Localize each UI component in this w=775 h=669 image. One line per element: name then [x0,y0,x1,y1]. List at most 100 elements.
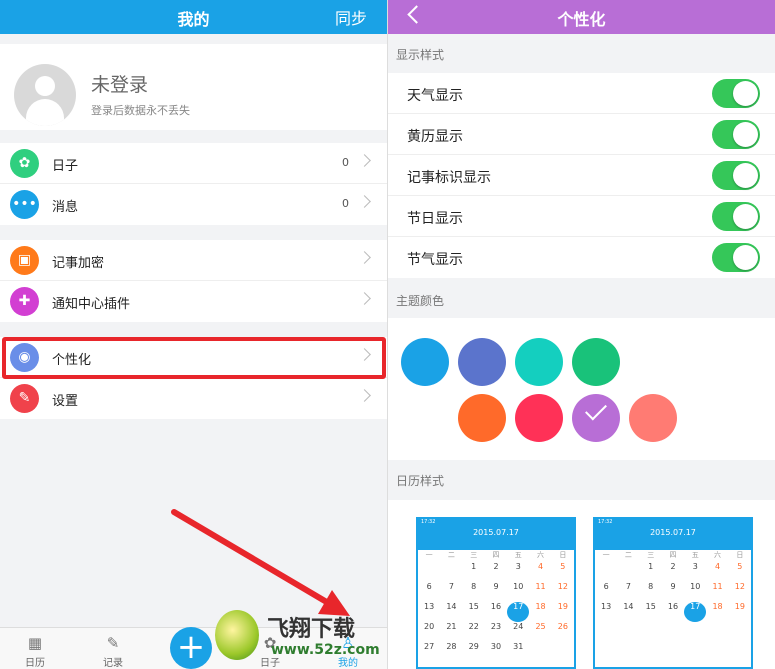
calendar-day: 4 [538,562,544,571]
theme-color-picker [388,318,775,460]
calendar-day: 20 [424,622,435,631]
toggle-label: 节日显示 [407,211,463,227]
page-title: 个性化 [557,10,606,29]
toggle-row-almanac: 黄历显示 [388,114,775,155]
calendar-day: 12 [734,582,745,591]
calendar-week-row: 1 2 3 4 5 [418,562,574,582]
theme-swatch-selected[interactable] [572,394,620,442]
weekday-label: 六 [714,551,722,559]
calendar-day: 18 [712,602,723,611]
calendar-day: 6 [426,582,432,591]
weekday-label: 三 [470,551,478,559]
calendar-day [552,642,574,662]
watermark-title: 飞翔下载 [267,617,356,642]
preview-date: 2015.07.17 [650,528,696,537]
weekday-label: 六 [537,551,545,559]
display-options: 天气显示 黄历显示 记事标识显示 节日显示 节气显示 [388,73,775,278]
section-header-theme: 主题颜色 [396,294,445,308]
calendar-day: 21 [446,622,457,631]
calendar-day: 25 [535,622,546,631]
calendar-day: 16 [490,602,502,611]
calendar-day: 2 [670,562,676,571]
calendar-day: 24 [513,622,524,631]
weekday-label: 三 [647,551,655,559]
calendar-day: 5 [560,562,566,571]
note-marks-toggle[interactable] [712,161,760,190]
weekday-label: 日 [736,551,744,559]
calendar-day: 23 [490,622,502,631]
holidays-toggle[interactable] [712,202,760,231]
calendar-day: 28 [446,642,457,651]
weekday-label: 四 [492,551,500,559]
personalize-screen: 个性化 显示样式 天气显示 黄历显示 记事标识显示 节日显示 节气显示 主题颜色 [387,0,775,669]
calendar-day: 22 [468,622,479,631]
theme-swatch[interactable] [458,338,506,386]
theme-swatch[interactable] [629,394,677,442]
calendar-day [440,562,462,582]
my-page-screen: 我的 同步 未登录 登录后数据永不丢失 ✿ 日子 0 ••• 消息 0 ▣ 记事… [0,0,387,669]
almanac-toggle[interactable] [712,120,760,149]
calendar-day [529,642,551,662]
calendar-day: 4 [715,562,721,571]
calendar-week-row: 13 14 15 16 17 18 19 [418,602,574,622]
calendar-day: 9 [493,582,499,591]
calendar-style-preview[interactable]: 17:32 2015.07.17 一二三四五六日 1 2 3 4 5 6 7 8 9 10 11 12… [593,517,753,669]
calendar-week-row: 13 14 15 16 17 18 19 [595,602,751,622]
calendar-day: 2 [493,562,499,571]
calendar-day: 31 [513,642,524,651]
calendar-week-row: 27 28 29 30 31 [418,642,574,662]
theme-swatch[interactable] [458,394,506,442]
calendar-day: 29 [468,642,479,651]
theme-swatch[interactable] [515,394,563,442]
calendar-day [418,562,440,582]
calendar-day: 11 [712,582,723,591]
theme-swatch[interactable] [401,338,449,386]
weekday-label: 一 [602,551,610,559]
calendar-day: 13 [601,602,612,611]
calendar-day: 18 [535,602,546,611]
calendar-day: 15 [645,602,656,611]
calendar-week-row: 20 21 22 23 24 25 26 [418,622,574,642]
calendar-day: 3 [692,562,698,571]
calendar-day: 19 [734,602,745,611]
toggle-row-holidays: 节日显示 [388,196,775,237]
top-bar: 个性化 [388,0,775,34]
calendar-day: 8 [471,582,477,591]
calendar-day: 3 [515,562,521,571]
calendar-day: 26 [557,622,568,631]
weekday-label: 一 [425,551,433,559]
theme-swatch[interactable] [572,338,620,386]
toggle-label: 天气显示 [407,88,463,104]
calendar-day: 8 [648,582,654,591]
calendar-day: 15 [468,602,479,611]
preview-time: 17:32 [598,519,613,525]
calendar-day: 7 [448,582,454,591]
preview-date: 2015.07.17 [473,528,519,537]
weekday-label: 五 [691,551,699,559]
calendar-day: 11 [535,582,546,591]
section-header-display: 显示样式 [396,48,445,62]
solar-terms-toggle[interactable] [712,243,760,272]
calendar-day [595,562,617,582]
calendar-day: 19 [557,602,568,611]
weather-toggle[interactable] [712,79,760,108]
preview-time: 17:32 [421,519,436,525]
theme-swatch[interactable] [515,338,563,386]
calendar-day: 10 [513,582,524,591]
calendar-week-row: 6 7 8 9 10 11 12 [595,582,751,602]
calendar-day: 10 [690,582,701,591]
toggle-label: 节气显示 [407,252,463,268]
calendar-day: 13 [424,602,435,611]
calendar-style-preview[interactable]: 17:32 2015.07.17 一二三四五六日 1 2 3 4 5 6 7 8 9 10 11 12… [416,517,576,669]
toggle-row-solar-terms: 节气显示 [388,237,775,278]
red-arrow-annotation [171,509,350,616]
calendar-day: 1 [648,562,654,571]
calendar-day: 7 [625,582,631,591]
leaf-logo-icon [215,610,259,660]
weekday-label: 四 [669,551,677,559]
calendar-day: 16 [667,602,679,611]
calendar-day: 14 [446,602,457,611]
calendar-day: 6 [603,582,609,591]
site-watermark: 飞翔下载 www.52z.com [215,608,385,663]
checkmark-icon [585,398,607,421]
